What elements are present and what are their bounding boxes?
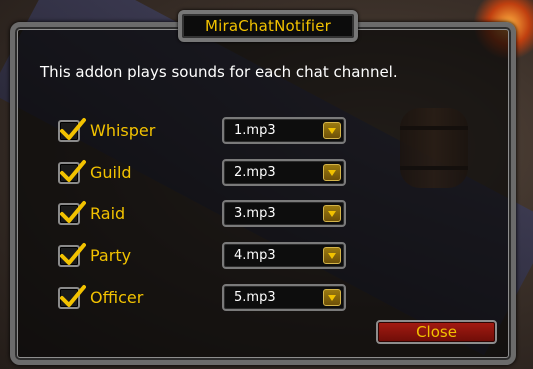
- party-sound-value: 4.mp3: [234, 248, 276, 263]
- title-plate: MiraChatNotifier: [178, 10, 358, 42]
- chevron-down-icon: [328, 211, 336, 217]
- channel-row-whisper: Whisper 1.mp3: [58, 117, 348, 145]
- guild-sound-dropdown[interactable]: 2.mp3: [222, 159, 346, 186]
- channel-row-party: Party 4.mp3: [58, 242, 348, 270]
- guild-label: Guild: [90, 163, 132, 182]
- dialog-description: This addon plays sounds for each chat ch…: [40, 63, 398, 81]
- raid-sound-dropdown[interactable]: 3.mp3: [222, 200, 346, 227]
- channel-row-raid: Raid 3.mp3: [58, 200, 348, 228]
- close-button[interactable]: Close: [376, 320, 497, 344]
- party-label: Party: [90, 246, 132, 265]
- raid-dropdown-button[interactable]: [323, 205, 341, 222]
- officer-checkbox[interactable]: [58, 285, 86, 309]
- guild-checkbox[interactable]: [58, 160, 86, 184]
- party-dropdown-button[interactable]: [323, 247, 341, 264]
- party-checkbox[interactable]: [58, 243, 86, 267]
- chevron-down-icon: [328, 128, 336, 134]
- guild-dropdown-button[interactable]: [323, 164, 341, 181]
- close-button-label: Close: [416, 323, 457, 341]
- officer-dropdown-button[interactable]: [323, 289, 341, 306]
- officer-sound-dropdown[interactable]: 5.mp3: [222, 284, 346, 311]
- party-sound-dropdown[interactable]: 4.mp3: [222, 242, 346, 269]
- checkmark-icon: [60, 118, 86, 140]
- raid-checkbox[interactable]: [58, 201, 86, 225]
- chevron-down-icon: [328, 170, 336, 176]
- officer-sound-value: 5.mp3: [234, 290, 276, 305]
- guild-sound-value: 2.mp3: [234, 165, 276, 180]
- whisper-label: Whisper: [90, 121, 156, 140]
- whisper-sound-dropdown[interactable]: 1.mp3: [222, 117, 346, 144]
- whisper-checkbox[interactable]: [58, 118, 86, 142]
- raid-label: Raid: [90, 204, 126, 223]
- raid-sound-value: 3.mp3: [234, 206, 276, 221]
- whisper-dropdown-button[interactable]: [323, 122, 341, 139]
- checkmark-icon: [60, 285, 86, 307]
- channel-row-guild: Guild 2.mp3: [58, 159, 348, 187]
- officer-label: Officer: [90, 288, 144, 307]
- checkmark-icon: [60, 243, 86, 265]
- chevron-down-icon: [328, 253, 336, 259]
- checkmark-icon: [60, 160, 86, 182]
- chevron-down-icon: [328, 295, 336, 301]
- whisper-sound-value: 1.mp3: [234, 123, 276, 138]
- channel-row-officer: Officer 5.mp3: [58, 284, 348, 312]
- checkmark-icon: [60, 201, 86, 223]
- dialog-title: MiraChatNotifier: [204, 17, 331, 35]
